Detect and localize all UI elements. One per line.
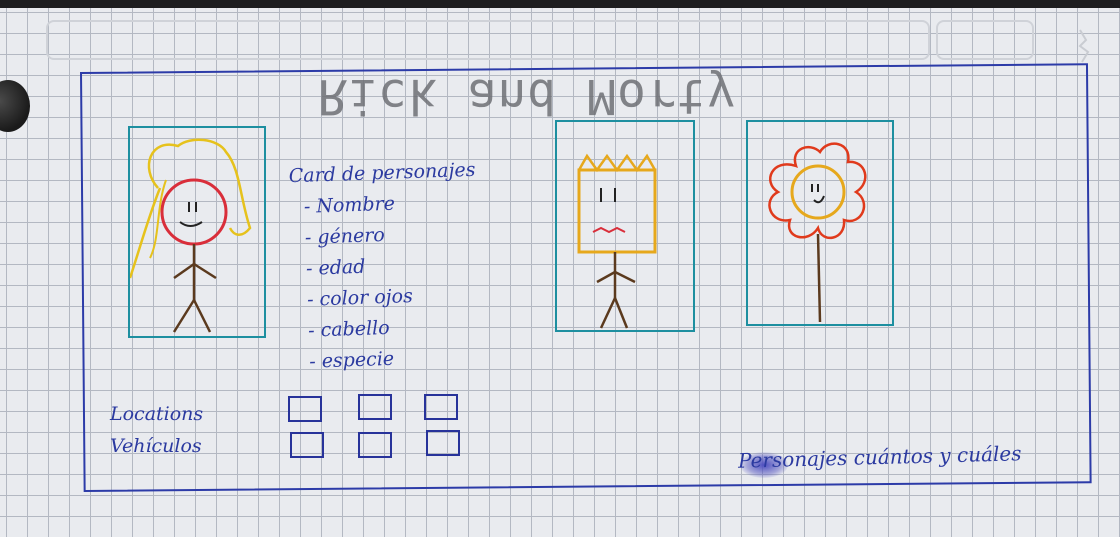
character-card-1[interactable] [128,126,266,338]
note-field-6: - especie [308,347,395,373]
character-square-head-icon [577,153,657,329]
character-card-2[interactable] [555,120,695,332]
location-item-3[interactable] [424,394,458,420]
character-flower-icon [768,142,867,323]
binder-hole [0,80,30,132]
page-title: Rick and Morty [318,68,737,124]
vehicles-label[interactable]: Vehículos [110,430,203,462]
notes-heading: Card de personajes [288,158,476,188]
locations-label[interactable]: Locations [110,398,203,430]
paper-top-margin [46,20,930,60]
vehicle-item-3[interactable] [426,430,460,456]
vehicle-item-1[interactable] [290,432,324,458]
vehicle-item-2[interactable] [358,432,392,458]
paper-top-margin-right [936,20,1034,60]
card-fields-notes: Card de personajes - Nombre - género - e… [288,155,482,378]
character-card-3[interactable] [746,120,894,326]
location-item-1[interactable] [288,396,322,422]
character-girl-icon [130,138,252,333]
location-item-2[interactable] [358,394,392,420]
side-labels: Locations Vehículos [110,398,203,462]
torn-corner-icon [1078,29,1090,63]
